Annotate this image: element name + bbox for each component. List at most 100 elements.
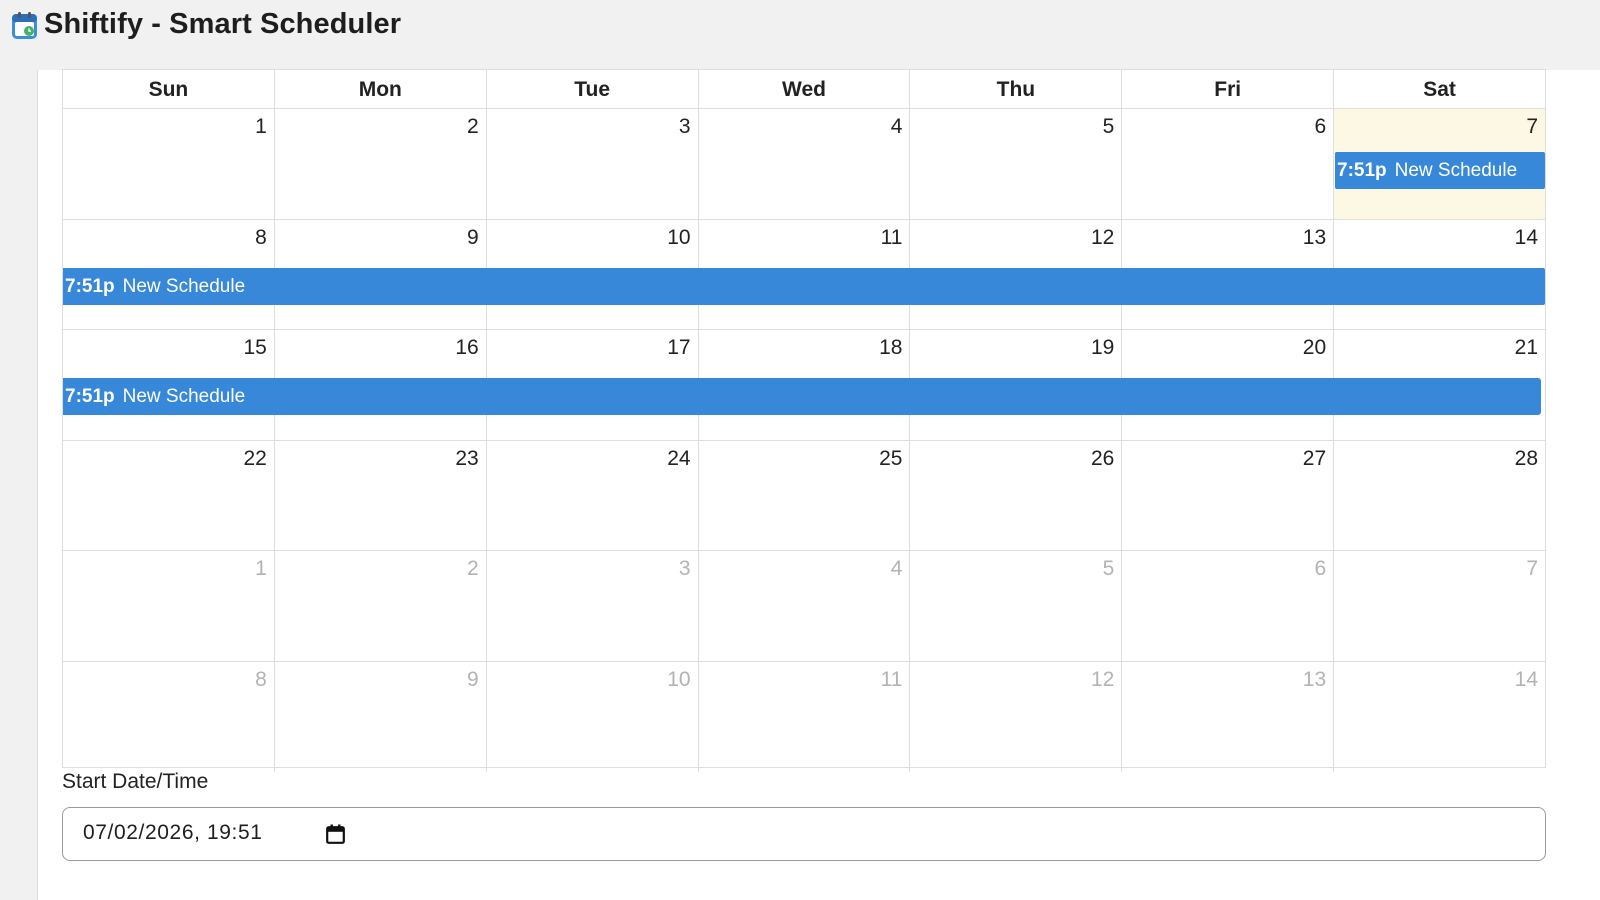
day-cell[interactable]: 4 xyxy=(697,109,910,219)
day-cell[interactable]: 5 xyxy=(909,109,1121,219)
day-cell-other-month[interactable]: 12 xyxy=(909,661,1121,772)
dow-mon: Mon xyxy=(273,70,486,108)
day-number[interactable]: 18 xyxy=(879,336,902,360)
start-datetime-value[interactable]: 07/02/2026, 19:51 xyxy=(83,821,263,845)
day-number[interactable]: 27 xyxy=(1303,447,1326,471)
day-number[interactable]: 4 xyxy=(891,557,903,581)
day-number[interactable]: 24 xyxy=(667,447,690,471)
day-number[interactable]: 11 xyxy=(881,226,903,250)
dow-thu: Thu xyxy=(909,70,1121,108)
day-number[interactable]: 20 xyxy=(1303,336,1326,360)
day-number[interactable]: 28 xyxy=(1515,447,1538,471)
day-cell[interactable]: 23 xyxy=(273,440,486,550)
day-cell-other-month[interactable]: 4 xyxy=(697,551,910,661)
day-number[interactable]: 13 xyxy=(1303,226,1326,250)
day-number[interactable]: 2 xyxy=(467,115,479,139)
start-datetime-input[interactable]: 07/02/2026, 19:51 xyxy=(62,807,1546,861)
calendar-icon[interactable] xyxy=(326,824,345,844)
day-number[interactable]: 7 xyxy=(1526,115,1538,139)
calendar-event[interactable]: 7:51p New Schedule xyxy=(63,267,1545,305)
day-number[interactable]: 14 xyxy=(1515,226,1538,250)
day-cell-other-month[interactable]: 3 xyxy=(485,551,698,661)
day-number[interactable]: 10 xyxy=(667,668,690,692)
day-number[interactable]: 15 xyxy=(244,336,267,360)
calendar-weeks: 1 2 3 4 5 6 7 7:51p New Schedule 8 9 10 1… xyxy=(63,109,1546,773)
week-row: 8 9 10 11 12 13 14 xyxy=(63,661,1545,773)
day-cell[interactable]: 3 xyxy=(485,109,698,219)
calendar-event[interactable]: 7:51p New Schedule xyxy=(1335,152,1545,189)
day-number[interactable]: 26 xyxy=(1091,447,1114,471)
day-number[interactable]: 19 xyxy=(1091,336,1114,360)
day-number[interactable]: 17 xyxy=(667,336,690,360)
day-number[interactable]: 1 xyxy=(255,115,267,139)
day-number[interactable]: 22 xyxy=(244,447,267,471)
day-number[interactable]: 25 xyxy=(879,447,902,471)
day-cell-other-month[interactable]: 7 xyxy=(1333,551,1545,661)
day-number[interactable]: 9 xyxy=(467,226,479,250)
day-of-week-header: Sun Mon Tue Wed Thu Fri Sat xyxy=(63,70,1545,109)
day-number[interactable]: 6 xyxy=(1314,115,1326,139)
month-calendar: Sun Mon Tue Wed Thu Fri Sat 1 2 3 4 5 6 … xyxy=(62,69,1546,772)
calendar-event[interactable]: 7:51p New Schedule xyxy=(63,378,1541,415)
day-cell-other-month[interactable]: 2 xyxy=(273,551,486,661)
day-number[interactable]: 8 xyxy=(255,226,267,250)
dow-fri: Fri xyxy=(1121,70,1333,108)
week-row: 22 23 24 25 26 27 28 xyxy=(63,440,1545,551)
day-cell[interactable]: 25 xyxy=(697,440,910,550)
day-cell-other-month[interactable]: 5 xyxy=(909,551,1121,661)
title-bar: Shiftify - Smart Scheduler xyxy=(0,0,1600,52)
day-number[interactable]: 5 xyxy=(1103,557,1115,581)
day-cell-other-month[interactable]: 13 xyxy=(1121,661,1333,772)
day-cell[interactable]: 24 xyxy=(485,440,698,550)
day-number[interactable]: 12 xyxy=(1091,226,1114,250)
day-number[interactable]: 3 xyxy=(679,115,691,139)
event-title: New Schedule xyxy=(122,275,246,297)
event-time: 7:51p xyxy=(65,275,115,297)
day-cell-other-month[interactable]: 10 xyxy=(485,661,698,772)
event-time: 7:51p xyxy=(1337,160,1387,181)
day-number[interactable]: 23 xyxy=(455,447,478,471)
calendar-app-icon xyxy=(12,12,37,39)
day-number[interactable]: 4 xyxy=(891,115,903,139)
dow-wed: Wed xyxy=(697,70,910,108)
day-number[interactable]: 11 xyxy=(881,668,903,692)
week-row: 1 2 3 4 5 6 7 7:51p New Schedule xyxy=(63,109,1546,220)
day-cell-other-month[interactable]: 1 xyxy=(63,551,274,661)
day-cell-other-month[interactable]: 8 xyxy=(63,662,274,773)
day-cell[interactable]: 1 xyxy=(63,109,274,219)
day-cell-other-month[interactable]: 9 xyxy=(273,661,486,772)
app-title: Shiftify - Smart Scheduler xyxy=(44,8,402,40)
day-cell[interactable]: 28 xyxy=(1333,440,1545,550)
day-number[interactable]: 10 xyxy=(667,226,690,250)
day-cell-other-month[interactable]: 11 xyxy=(697,661,910,772)
day-number[interactable]: 21 xyxy=(1515,336,1538,360)
event-title: New Schedule xyxy=(122,386,246,407)
day-cell-other-month[interactable]: 6 xyxy=(1121,551,1333,661)
event-title: New Schedule xyxy=(1394,160,1518,181)
day-number[interactable]: 12 xyxy=(1091,668,1114,692)
day-cell[interactable]: 6 xyxy=(1121,109,1333,219)
day-cell[interactable]: 27 xyxy=(1121,440,1333,550)
dow-sat: Sat xyxy=(1333,70,1545,108)
day-number[interactable]: 6 xyxy=(1314,557,1326,581)
day-number[interactable]: 16 xyxy=(455,336,478,360)
day-cell-other-month[interactable]: 14 xyxy=(1333,661,1545,772)
week-row: 8 9 10 11 12 13 14 7:51p New Schedule xyxy=(63,219,1545,330)
day-cell[interactable]: 26 xyxy=(909,440,1121,550)
week-row: 1 2 3 4 5 6 7 xyxy=(63,551,1545,662)
day-number[interactable]: 7 xyxy=(1526,557,1538,581)
event-time: 7:51p xyxy=(65,386,115,407)
day-number[interactable]: 3 xyxy=(679,557,691,581)
dow-tue: Tue xyxy=(485,70,698,108)
day-number[interactable]: 5 xyxy=(1103,115,1115,139)
day-number[interactable]: 14 xyxy=(1515,668,1538,692)
day-number[interactable]: 1 xyxy=(255,557,267,581)
day-number[interactable]: 2 xyxy=(467,557,479,581)
day-number[interactable]: 13 xyxy=(1303,668,1326,692)
dow-sun: Sun xyxy=(148,78,189,101)
day-cell[interactable]: 22 xyxy=(63,441,274,551)
day-cell[interactable]: 2 xyxy=(273,109,486,219)
start-datetime-label: Start Date/Time xyxy=(62,770,209,793)
day-number[interactable]: 9 xyxy=(467,668,479,692)
day-number[interactable]: 8 xyxy=(255,668,267,692)
